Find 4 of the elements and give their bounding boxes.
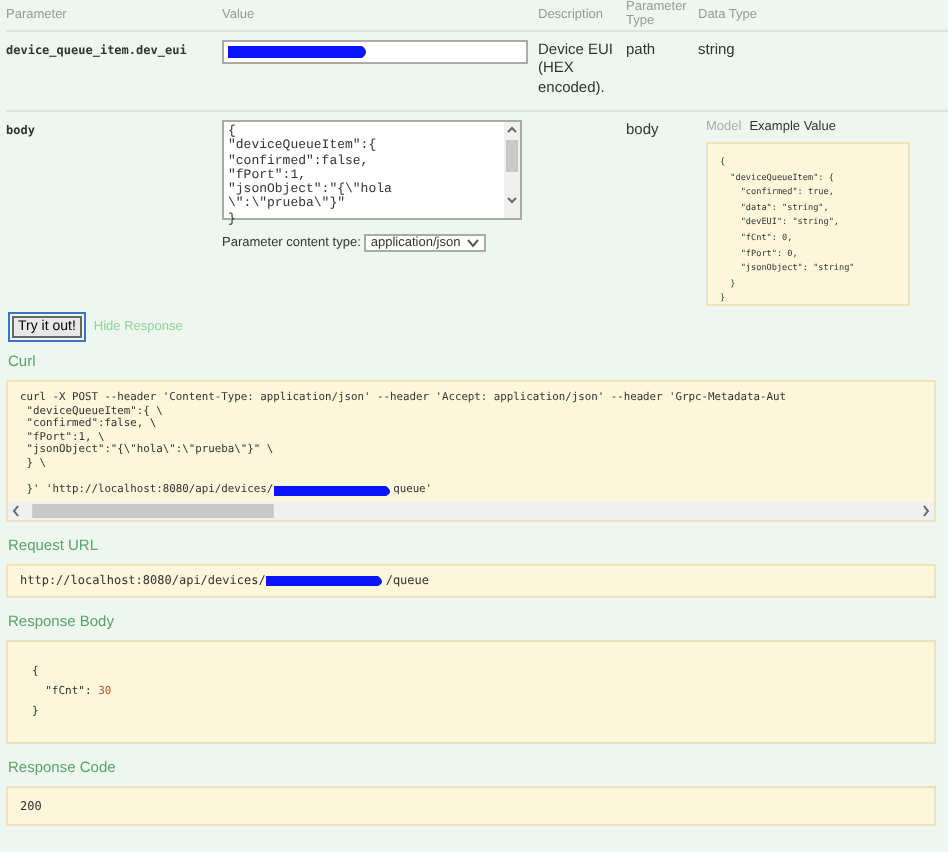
value-input-field[interactable] [222, 40, 528, 64]
caret-icon [466, 238, 481, 248]
scrollbar[interactable] [8, 502, 934, 521]
scrollbar[interactable] [504, 122, 520, 218]
